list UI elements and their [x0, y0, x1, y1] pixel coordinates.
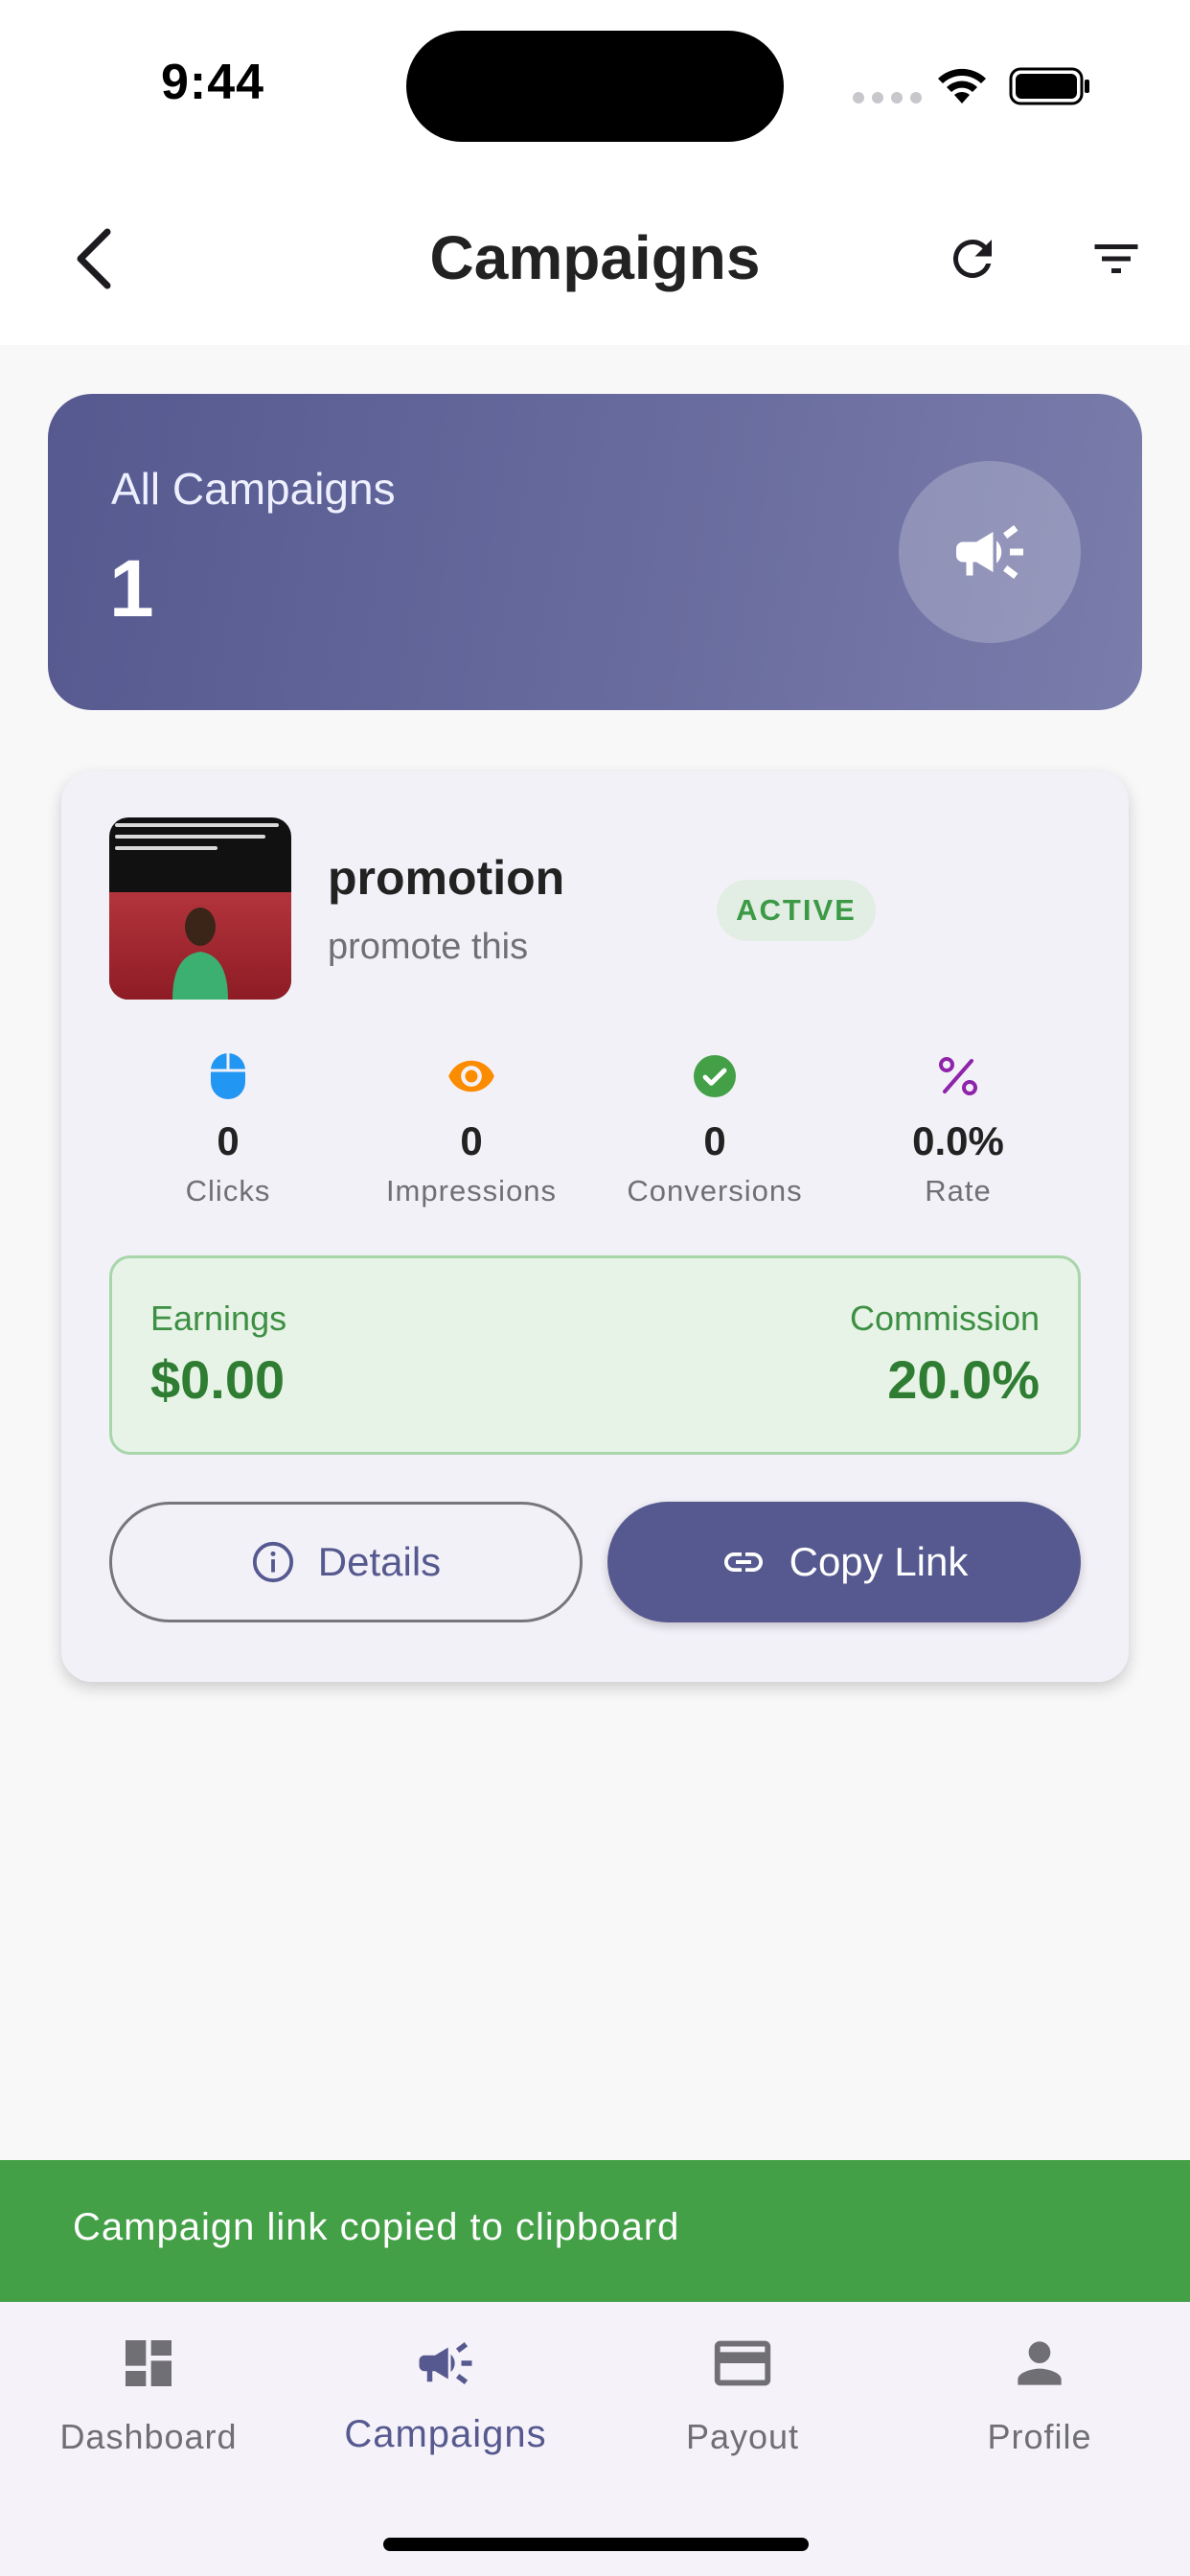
nav-label: Profile — [987, 2417, 1092, 2456]
megaphone-icon — [297, 2327, 594, 2400]
earnings-value: $0.00 — [150, 1349, 286, 1410]
info-icon — [252, 1541, 293, 1583]
summary-label: All Campaigns — [111, 464, 396, 514]
campaign-card[interactable]: promotion promote this ACTIVE 0 Clicks 0… — [61, 771, 1129, 1682]
nav-label: Campaigns — [344, 2413, 547, 2455]
earnings-box: Earnings $0.00 Commission 20.0% — [109, 1255, 1081, 1455]
status-bar: 9:44 — [0, 0, 1190, 172]
stat-clicks: 0 Clicks — [123, 1047, 333, 1208]
campaign-description: promote this — [328, 927, 529, 967]
dynamic-island — [406, 31, 784, 142]
status-time: 9:44 — [161, 55, 265, 110]
nav-item-dashboard[interactable]: Dashboard — [0, 2327, 297, 2457]
stat-rate: 0.0% Rate — [853, 1047, 1064, 1208]
bottom-navigation: Dashboard Campaigns Payout Profile — [0, 2302, 1190, 2576]
snackbar-message: Campaign link copied to clipboard — [73, 2206, 680, 2248]
mouse-icon — [123, 1047, 333, 1105]
stat-conversions: 0 Conversions — [609, 1047, 820, 1208]
percent-icon — [853, 1047, 1064, 1105]
nav-label: Payout — [685, 2417, 800, 2456]
nav-item-profile[interactable]: Profile — [891, 2327, 1188, 2457]
person-icon — [891, 2327, 1188, 2400]
campaign-thumbnail — [109, 817, 291, 1000]
stat-label: Rate — [925, 1174, 992, 1208]
refresh-icon[interactable] — [934, 220, 1011, 297]
card-icon — [594, 2327, 891, 2400]
campaign-name: promotion — [328, 851, 565, 905]
campaigns-summary-card: All Campaigns 1 — [48, 394, 1142, 710]
filter-icon[interactable] — [1078, 220, 1155, 297]
commission-value: 20.0% — [887, 1349, 1040, 1410]
cellular-signal-icon — [853, 92, 922, 104]
status-badge: ACTIVE — [717, 880, 876, 941]
eye-icon — [366, 1047, 577, 1105]
nav-item-payout[interactable]: Payout — [594, 2327, 891, 2457]
earnings-label: Earnings — [150, 1299, 287, 1338]
stat-label: Clicks — [185, 1174, 271, 1208]
app-bar: Campaigns — [0, 172, 1190, 345]
stat-value: 0.0% — [912, 1118, 1004, 1163]
page-title: Campaigns — [429, 223, 761, 292]
stat-label: Impressions — [385, 1174, 558, 1208]
wifi-icon — [938, 68, 986, 104]
nav-item-campaigns[interactable]: Campaigns — [297, 2327, 594, 2456]
stat-impressions: 0 Impressions — [366, 1047, 577, 1208]
megaphone-icon — [899, 461, 1081, 643]
dashboard-icon — [0, 2327, 297, 2400]
stat-value: 0 — [460, 1118, 483, 1163]
nav-label: Dashboard — [59, 2417, 238, 2456]
details-label: Details — [317, 1539, 442, 1584]
copy-link-button[interactable]: Copy Link — [607, 1502, 1081, 1622]
stat-label: Conversions — [627, 1174, 803, 1208]
link-icon — [723, 1552, 763, 1572]
details-button[interactable]: Details — [109, 1502, 583, 1622]
commission-label: Commission — [849, 1299, 1040, 1338]
battery-icon — [1009, 67, 1089, 105]
stat-value: 0 — [703, 1118, 726, 1163]
snackbar: Campaign link copied to clipboard — [0, 2160, 1190, 2302]
check-circle-icon — [609, 1047, 820, 1105]
home-indicator — [383, 2538, 809, 2551]
summary-count: 1 — [109, 543, 154, 633]
stat-value: 0 — [217, 1118, 240, 1163]
copy-link-label: Copy Link — [789, 1539, 969, 1584]
